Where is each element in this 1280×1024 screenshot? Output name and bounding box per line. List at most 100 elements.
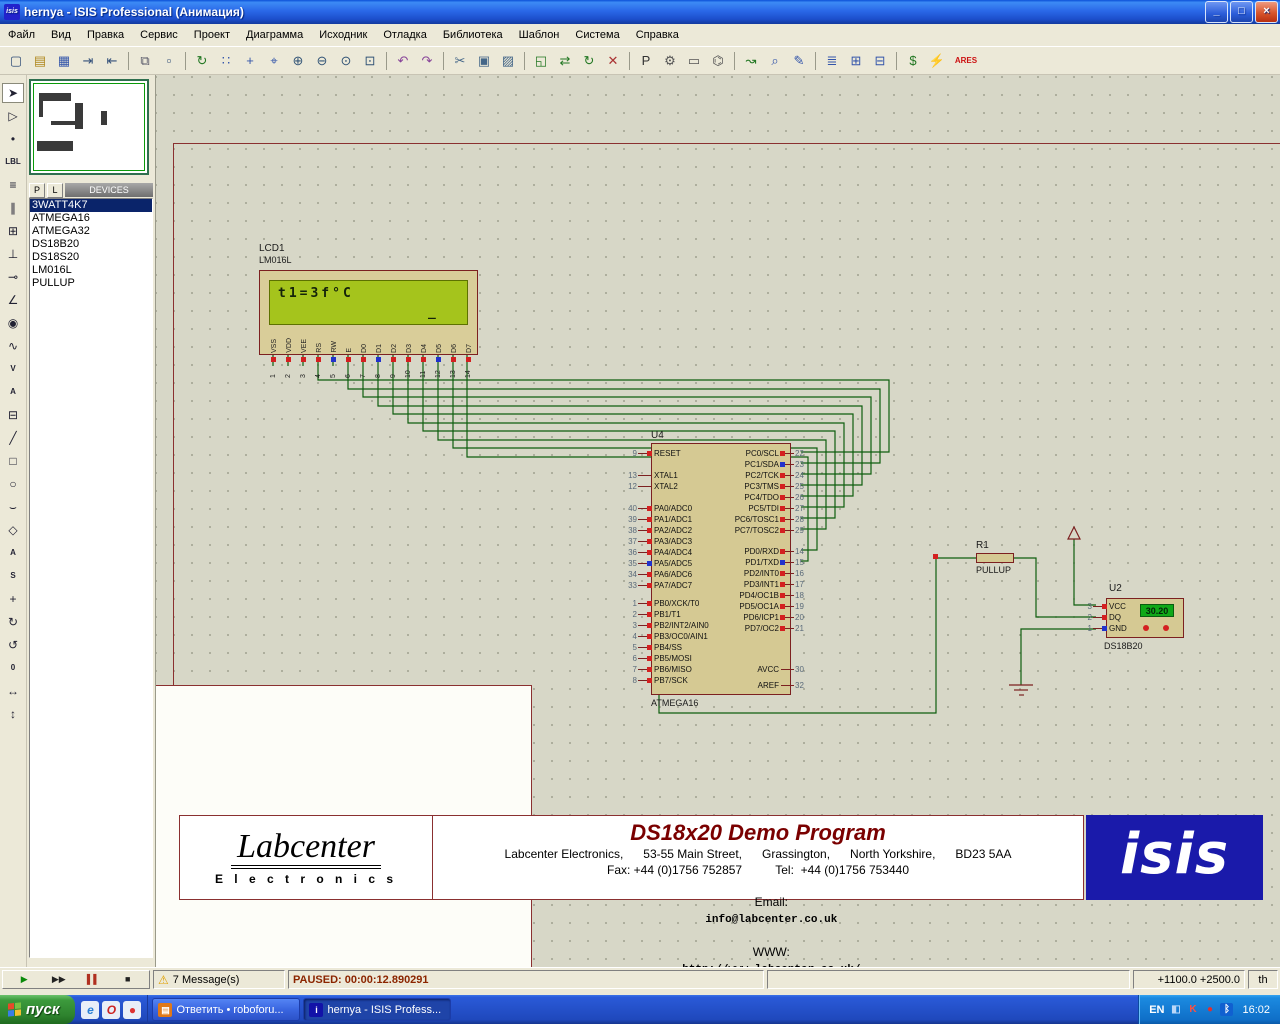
mark-print-area[interactable]: ▫ bbox=[158, 50, 180, 71]
device-pin-mode[interactable]: ⊸ bbox=[2, 267, 24, 287]
mcu-pin[interactable]: PD0/RXD 14 bbox=[647, 546, 817, 557]
mirror-vertical[interactable]: ↕ bbox=[2, 704, 24, 724]
mcu-pin[interactable]: PD3/INT1 17 bbox=[647, 579, 817, 590]
lcd-pin[interactable]: 10 bbox=[401, 357, 416, 378]
lcd-body[interactable]: t1=3f°C _ VSSVDDVEERSRWED0D1D2D3D4D5D6D7 bbox=[259, 270, 478, 355]
make-device[interactable]: ⚙ bbox=[659, 50, 681, 71]
toolbar-button[interactable] bbox=[629, 52, 630, 70]
mcu-pin[interactable]: PC0/SCL 22 bbox=[647, 448, 817, 459]
mcu-pin[interactable]: PC1/SDA 23 bbox=[647, 459, 817, 470]
selection-pointer-mode[interactable]: ➤ bbox=[2, 83, 24, 103]
wire-autorouter[interactable]: ↝ bbox=[740, 50, 762, 71]
search-tag[interactable]: ⌕ bbox=[764, 50, 786, 71]
mcu-pin[interactable]: PD7/OC2 21 bbox=[647, 623, 817, 634]
pick-devices-button[interactable]: P bbox=[29, 183, 45, 198]
graph-mode[interactable]: ∠ bbox=[2, 290, 24, 310]
rotation-angle[interactable]: 0 bbox=[2, 658, 24, 678]
mcu-pin[interactable]: PC5/TDI 27 bbox=[647, 503, 817, 514]
minimize-button[interactable]: _ bbox=[1205, 1, 1228, 23]
library-button[interactable]: L bbox=[47, 183, 63, 198]
packaging-tool[interactable]: ▭ bbox=[683, 50, 705, 71]
current-probe-mode[interactable]: A bbox=[2, 382, 24, 402]
block-move[interactable]: ⇄ bbox=[554, 50, 576, 71]
close-button[interactable]: × bbox=[1255, 1, 1278, 23]
component-mode[interactable]: ▷ bbox=[2, 106, 24, 126]
design-explorer[interactable]: ≣ bbox=[821, 50, 843, 71]
device-list-item[interactable]: DS18S20 bbox=[30, 251, 152, 264]
lcd-pin[interactable]: 9 bbox=[386, 357, 401, 378]
save-design[interactable]: ▦ bbox=[53, 50, 75, 71]
print-design[interactable]: ⧉ bbox=[134, 50, 156, 71]
lcd-pin[interactable]: 7 bbox=[356, 357, 371, 378]
menu-item[interactable]: Отладка bbox=[375, 25, 434, 46]
copy[interactable]: ▣ bbox=[473, 50, 495, 71]
wire-label-mode[interactable]: LBL bbox=[2, 152, 24, 172]
device-list-item[interactable]: ATMEGA16 bbox=[30, 212, 152, 225]
export-section[interactable]: ⇤ bbox=[101, 50, 123, 71]
netlist-to-ares[interactable]: ARES bbox=[950, 50, 982, 71]
voltage-probe-mode[interactable]: V bbox=[2, 359, 24, 379]
electrical-rules-check[interactable]: ⚡ bbox=[926, 50, 948, 71]
symbol-tool[interactable]: S bbox=[2, 566, 24, 586]
path-tool[interactable]: ◇ bbox=[2, 520, 24, 540]
cursor-mode[interactable]: ⌖ bbox=[263, 50, 285, 71]
junction-dot-mode[interactable]: • bbox=[2, 129, 24, 149]
device-list-item[interactable]: 3WATT4K7 bbox=[30, 199, 152, 212]
menu-item[interactable]: Диаграмма bbox=[238, 25, 311, 46]
mcu-atmega16[interactable]: U4 9 RESET bbox=[651, 430, 791, 730]
device-list-item[interactable]: DS18B20 bbox=[30, 238, 152, 251]
zoom-in[interactable]: ⊕ bbox=[287, 50, 309, 71]
zoom-out[interactable]: ⊖ bbox=[311, 50, 333, 71]
device-list-item[interactable]: PULLUP bbox=[30, 277, 152, 290]
lcd-pin[interactable]: 4 bbox=[311, 357, 326, 378]
toolbar-button[interactable] bbox=[896, 52, 897, 70]
property-assignment[interactable]: ✎ bbox=[788, 50, 810, 71]
tray-icon-dot[interactable]: ● bbox=[1203, 1003, 1216, 1016]
mcu-pin[interactable]: PC6/TOSC1 28 bbox=[647, 514, 817, 525]
schematic-canvas[interactable]: LCD1 LM016L t1=3f°C _ VSSVDDVEERSRWED0D1… bbox=[155, 75, 1280, 967]
lcd-pin[interactable]: 3 bbox=[296, 357, 311, 378]
bus-mode[interactable]: ∥ bbox=[2, 198, 24, 218]
lcd-pin[interactable]: 1 bbox=[266, 357, 281, 378]
mcu-pin[interactable]: PC4/TDO 26 bbox=[647, 492, 817, 503]
virtual-instrument-mode[interactable]: ⊟ bbox=[2, 405, 24, 425]
pause-button[interactable]: ▌▌ bbox=[77, 972, 109, 987]
lcd-pin[interactable]: 2 bbox=[281, 357, 296, 378]
mcu-pin[interactable]: AREF 32 bbox=[647, 680, 817, 691]
mcu-pin[interactable]: PD4/OC1B 18 bbox=[647, 590, 817, 601]
lcd-pin[interactable]: 13 bbox=[446, 357, 461, 378]
sensor-body[interactable]: 3 VCC 2 DQ 1 bbox=[1106, 598, 1184, 638]
zoom-all[interactable]: ⊙ bbox=[335, 50, 357, 71]
tray-icon-bluetooth[interactable]: ᛒ bbox=[1220, 1003, 1233, 1016]
lcd-pin[interactable]: 11 bbox=[416, 357, 431, 378]
mcu-pin[interactable]: PD6/ICP1 20 bbox=[647, 612, 817, 623]
zoom-area[interactable]: ⊡ bbox=[359, 50, 381, 71]
quick-launch-ie[interactable]: e bbox=[81, 1001, 99, 1019]
pick-device[interactable]: P bbox=[635, 50, 657, 71]
mcu-body[interactable]: 9 RESET 13 XTAL1 bbox=[651, 443, 791, 695]
taskbar-task[interactable]: ▤ Ответить • roboforu... bbox=[152, 998, 300, 1021]
device-list-item[interactable]: LM016L bbox=[30, 264, 152, 277]
toolbar-button[interactable] bbox=[128, 52, 129, 70]
toolbar-button[interactable] bbox=[386, 52, 387, 70]
menu-item[interactable]: Система bbox=[567, 25, 627, 46]
device-list-item[interactable]: ATMEGA32 bbox=[30, 225, 152, 238]
start-button[interactable]: пуск bbox=[0, 995, 75, 1024]
quick-launch-media[interactable]: ● bbox=[123, 1001, 141, 1019]
quick-launch-opera[interactable]: O bbox=[102, 1001, 120, 1019]
lcd-pin[interactable]: 5 bbox=[326, 357, 341, 378]
paste[interactable]: ▨ bbox=[497, 50, 519, 71]
circle-tool[interactable]: ○ bbox=[2, 474, 24, 494]
tape-recorder-mode[interactable]: ◉ bbox=[2, 313, 24, 333]
toolbar-button[interactable] bbox=[443, 52, 444, 70]
mcu-pin[interactable]: PC3/TMS 25 bbox=[647, 481, 817, 492]
menu-item[interactable]: Шаблон bbox=[511, 25, 568, 46]
marker-tool[interactable]: + bbox=[2, 589, 24, 609]
undo[interactable]: ↶ bbox=[392, 50, 414, 71]
block-copy[interactable]: ◱ bbox=[530, 50, 552, 71]
mcu-pin[interactable]: PC2/TCK 24 bbox=[647, 470, 817, 481]
subcircuit-mode[interactable]: ⊞ bbox=[2, 221, 24, 241]
mcu-pin[interactable]: AVCC 30 bbox=[647, 664, 817, 675]
mcu-pin[interactable]: PD5/OC1A 19 bbox=[647, 601, 817, 612]
lcd-pin[interactable]: 12 bbox=[431, 357, 446, 378]
